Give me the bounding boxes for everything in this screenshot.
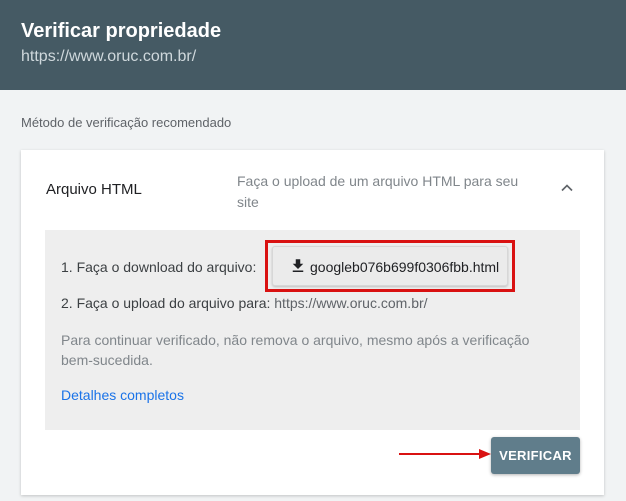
arrow-annotation: [399, 449, 491, 459]
verify-button[interactable]: VERIFICAR: [491, 437, 580, 474]
download-file-button[interactable]: googleb076b699f0306fbb.html: [272, 246, 508, 286]
step2-text: 2. Faça o upload do arquivo para: https:…: [61, 295, 428, 311]
details-link[interactable]: Detalhes completos: [61, 387, 184, 403]
step2-url: https://www.oruc.com.br/: [274, 295, 428, 311]
download-file-label: googleb076b699f0306fbb.html: [310, 259, 500, 275]
property-url: https://www.oruc.com.br/: [21, 48, 197, 65]
download-icon: [292, 259, 304, 272]
section-label: Método de verificação recomendado: [21, 115, 232, 130]
step1-label: 1. Faça o download do arquivo:: [61, 259, 257, 275]
verification-method-card: Arquivo HTML Faça o upload de um arquivo…: [21, 150, 604, 495]
page-header: Verificar propriedade https://www.oruc.c…: [0, 0, 626, 90]
method-details-panel: 1. Faça o download do arquivo: googleb07…: [45, 230, 580, 430]
page-title: Verificar propriedade: [21, 20, 222, 42]
method-title: Arquivo HTML: [46, 181, 142, 198]
method-description: Faça o upload de um arquivo HTML para se…: [237, 173, 519, 210]
chevron-up-icon[interactable]: [557, 178, 577, 198]
step2-label: 2. Faça o upload do arquivo para:: [61, 295, 271, 311]
verification-note: Para continuar verificado, não remova o …: [61, 332, 530, 368]
